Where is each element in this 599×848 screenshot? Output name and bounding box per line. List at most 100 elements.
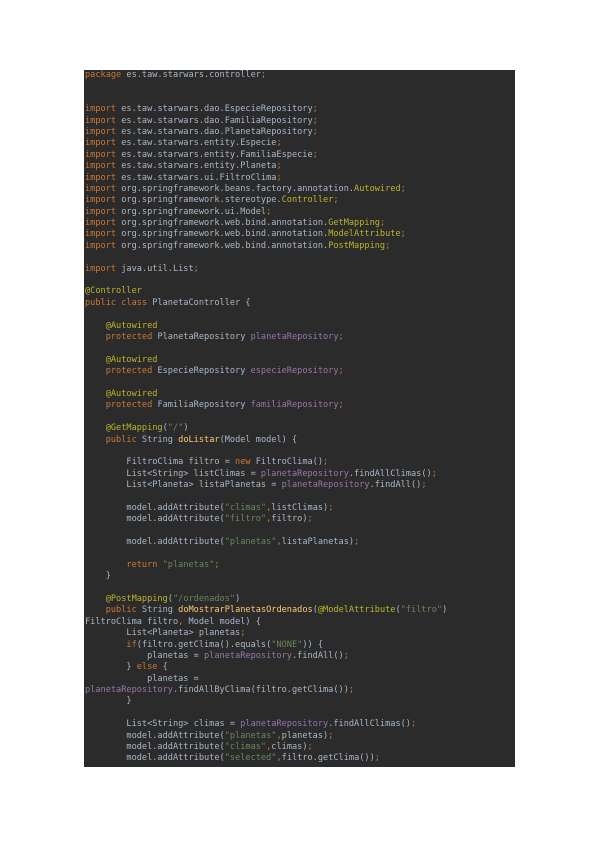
code-line: planetas = planetaRepository.findAll();	[84, 651, 515, 662]
code-token: }	[85, 696, 132, 707]
code-token: model.addAttribute(	[85, 742, 225, 753]
code-token: )	[235, 593, 241, 604]
code-token: ;	[338, 400, 344, 411]
code-token: import	[85, 126, 117, 137]
code-token: ;	[323, 457, 329, 468]
code-token: ;	[431, 468, 437, 479]
code-token: "climas"	[224, 742, 267, 753]
code-token: PlanetaRepository	[152, 331, 251, 342]
code-token: if	[85, 639, 137, 650]
code-line: import es.taw.starwars.ui.FiltroClima;	[84, 173, 515, 184]
code-token: .findAll()	[369, 480, 422, 491]
code-token: PlanetaController {	[147, 297, 251, 308]
code-token: es.taw.starwars.dao.FamiliaRepository	[116, 115, 313, 126]
code-token: ;	[343, 650, 349, 661]
code-token: String	[136, 434, 179, 445]
code-line: @PostMapping("/ordenados")	[84, 594, 515, 605]
code-token: import	[85, 161, 117, 172]
code-token: ;	[276, 161, 282, 172]
code-token: ;	[410, 719, 417, 730]
code-line: protected EspecieRepository especieRepos…	[84, 366, 515, 377]
code-line: FiltroClima filtro = new FiltroClima();	[84, 457, 515, 468]
code-token: PostMapping	[328, 240, 386, 251]
code-token: ;	[400, 183, 406, 194]
code-token: listaPlanetas)	[281, 537, 355, 548]
code-line: planetaRepository.findAllByClima(filtro.…	[84, 685, 515, 696]
code-token: ;	[328, 502, 334, 513]
code-line: @Autowired	[84, 355, 515, 366]
code-token: model.addAttribute(	[85, 730, 225, 741]
code-token: org.springframework.ui.Model	[116, 206, 267, 217]
code-token: Autowired	[354, 183, 401, 194]
code-token: import	[85, 229, 117, 240]
code-line: model.addAttribute("climas",climas);	[84, 742, 515, 753]
code-token: ;	[312, 115, 318, 126]
code-token: ;	[307, 514, 313, 525]
code-token: protected	[85, 331, 153, 342]
code-token: ;	[400, 229, 406, 240]
code-token: ;	[276, 172, 282, 183]
code-token: "planetas"	[224, 537, 277, 548]
code-line: List<String> listClimas = planetaReposit…	[84, 469, 515, 480]
code-token: protected	[85, 400, 153, 411]
code-line: import org.springframework.web.bind.anno…	[84, 218, 515, 229]
code-token: import	[85, 195, 117, 206]
code-token: ;	[312, 104, 318, 115]
code-token: filtro)	[271, 514, 308, 525]
code-line: package es.taw.starwars.controller;	[84, 70, 515, 81]
code-token: Model model) {	[183, 616, 261, 627]
code-token: }	[85, 571, 111, 582]
code-token: return	[85, 559, 158, 570]
code-line: import org.springframework.stereotype.Co…	[84, 195, 515, 206]
code-token: EspecieRepository	[152, 366, 251, 377]
code-token: )	[183, 423, 189, 434]
code-token: especieRepository	[250, 366, 339, 377]
code-token: ;	[312, 126, 318, 137]
code-line: import org.springframework.ui.Model;	[84, 207, 515, 218]
code-token: List<Planeta> listaPlanetas =	[85, 480, 282, 491]
code-line: import es.taw.starwars.entity.Planeta;	[84, 161, 515, 172]
code-token: ModelAttribute	[328, 229, 401, 240]
code-line: import es.taw.starwars.entity.Especie;	[84, 138, 515, 149]
code-line: model.addAttribute("selected",filtro.get…	[84, 753, 515, 764]
code-token: planetaRepository	[240, 719, 329, 730]
code-line: }	[84, 696, 515, 707]
code-token: es.taw.starwars.entity.Planeta	[116, 161, 277, 172]
code-line: import es.taw.starwars.entity.FamiliaEsp…	[84, 150, 515, 161]
code-token: ;	[214, 559, 220, 570]
code-token: .findAllByClima(filtro.getClima())	[172, 685, 349, 696]
code-line: @Controller	[84, 286, 515, 297]
code-token: ;	[328, 730, 334, 741]
code-token: "selected"	[224, 753, 277, 764]
code-token: List<String> climas =	[85, 719, 241, 730]
code-token: es.taw.starwars.dao.EspecieRepository	[116, 104, 313, 115]
code-token: List<String> listClimas =	[85, 468, 261, 479]
code-token: FiltroClima()	[250, 457, 324, 468]
code-line: import org.springframework.web.bind.anno…	[84, 241, 515, 252]
code-token: package	[85, 70, 122, 80]
code-token: "climas"	[224, 502, 267, 513]
code-line: @Autowired	[84, 321, 515, 332]
code-token: model.addAttribute(	[85, 502, 225, 513]
code-token: planetaRepository	[204, 650, 292, 661]
code-token: public	[85, 434, 137, 445]
code-token: public	[85, 605, 137, 616]
code-token: import	[85, 183, 117, 194]
code-token: es.taw.starwars.entity.FamiliaEspecie	[116, 149, 313, 160]
code-line: model.addAttribute("filtro",filtro);	[84, 514, 515, 525]
code-token: "/ordenados"	[172, 593, 236, 604]
code-token: FiltroClima filtro =	[85, 457, 236, 468]
code-token: ;	[338, 331, 344, 342]
code-line: public String doMostrarPlanetasOrdenados…	[84, 605, 515, 616]
code-line: @GetMapping("/")	[84, 423, 515, 434]
code-line: import org.springframework.beans.factory…	[84, 184, 515, 195]
